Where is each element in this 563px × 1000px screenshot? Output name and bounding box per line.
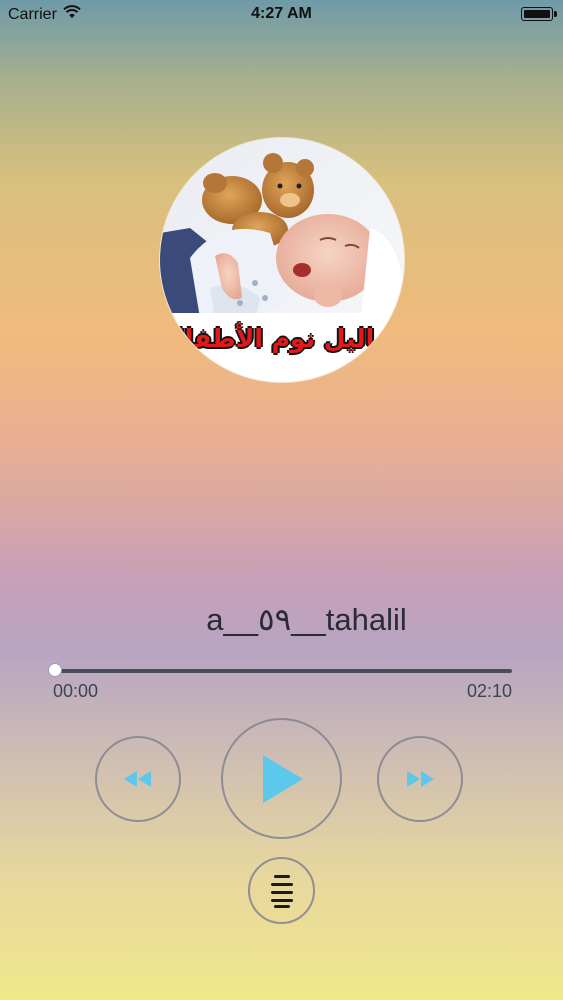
play-icon	[262, 754, 303, 803]
playlist-button[interactable]	[248, 857, 315, 924]
playlist-icon	[270, 874, 293, 908]
total-duration: 02:10	[466, 681, 512, 701]
battery-area	[521, 7, 557, 21]
artwork-caption: تهاليل نوم الأطفال	[163, 324, 401, 353]
progress-bar[interactable]	[55, 669, 512, 673]
album-artwork: تهاليل نوم الأطفال	[160, 138, 404, 382]
battery-level-fill	[524, 10, 550, 18]
fast-forward-icon	[407, 771, 434, 787]
rewind-button[interactable]	[95, 736, 181, 822]
play-button[interactable]	[221, 718, 342, 839]
fast-forward-button[interactable]	[377, 736, 463, 822]
status-bar: Carrier 4:27 AM	[0, 0, 563, 30]
rewind-icon	[124, 771, 151, 787]
elapsed-time: 00:00	[53, 681, 99, 701]
track-title: a__٥٩__tahalil	[206, 602, 407, 637]
progress-thumb[interactable]	[48, 663, 62, 677]
status-time: 4:27 AM	[251, 5, 312, 22]
battery-icon	[521, 7, 557, 21]
